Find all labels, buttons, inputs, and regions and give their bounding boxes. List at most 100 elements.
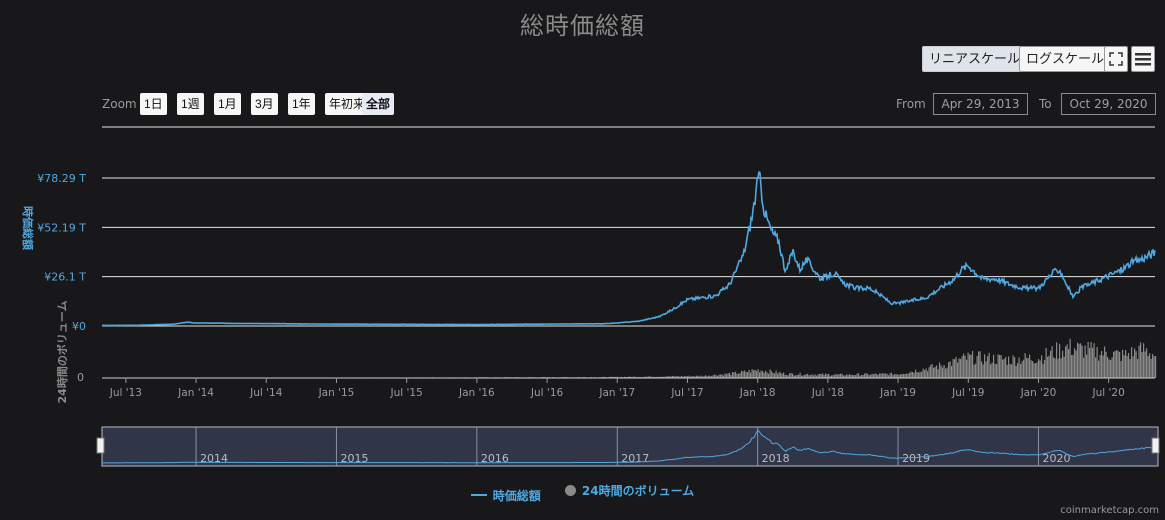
- volume-bar: [1135, 351, 1137, 378]
- volume-bar: [1068, 349, 1070, 378]
- y-tick-label: ¥52.19 T: [37, 221, 86, 234]
- volume-bar: [1123, 355, 1125, 378]
- x-tick-label: Jan '18: [739, 387, 776, 399]
- volume-bar: [790, 372, 792, 378]
- credits-link[interactable]: coinmarketcap.com: [1060, 505, 1159, 516]
- volume-bar: [981, 361, 983, 378]
- volume-bar: [1053, 357, 1055, 378]
- volume-bar: [798, 374, 800, 378]
- volume-bar: [1027, 358, 1029, 378]
- volume-bar: [963, 353, 965, 378]
- volume-bar: [912, 371, 914, 378]
- volume-bar: [1113, 351, 1115, 378]
- volume-bar: [759, 372, 761, 378]
- x-tick-label: Jan '17: [598, 387, 635, 399]
- volume-bar: [988, 352, 990, 378]
- volume-bar: [1075, 350, 1077, 378]
- volume-bar: [960, 359, 962, 378]
- volume-bar: [838, 374, 840, 378]
- volume-bar: [1080, 343, 1082, 378]
- volume-bar: [1146, 348, 1148, 378]
- volume-bar: [987, 356, 989, 378]
- volume-bar: [943, 364, 945, 378]
- volume-bar: [993, 354, 995, 378]
- volume-bar: [1009, 364, 1011, 378]
- chart-legend: 時価総額 24時間のボリューム: [0, 482, 1165, 504]
- volume-bar: [777, 373, 779, 378]
- volume-bar: [1020, 364, 1022, 378]
- volume-bar: [1153, 356, 1155, 378]
- volume-bar: [894, 374, 896, 378]
- circle-icon: [564, 485, 576, 496]
- volume-bar: [999, 354, 1001, 378]
- volume-bar: [886, 373, 888, 378]
- volume-bar: [1137, 358, 1139, 378]
- volume-bar: [1090, 341, 1092, 378]
- volume-bar: [1000, 355, 1002, 378]
- navigator-handle-left[interactable]: [96, 437, 105, 454]
- volume-bar: [750, 372, 752, 378]
- volume-bar: [768, 373, 770, 378]
- volume-bar: [982, 364, 984, 378]
- volume-bar: [867, 373, 869, 378]
- volume-bar: [900, 373, 902, 378]
- volume-bar: [927, 371, 929, 378]
- volume-bar: [897, 374, 899, 378]
- volume-bar: [765, 370, 767, 378]
- volume-bar: [907, 373, 909, 378]
- volume-bar: [997, 354, 999, 378]
- navigator-handle-right[interactable]: [1151, 437, 1160, 454]
- volume-bar: [951, 365, 953, 378]
- volume-bar: [741, 370, 743, 378]
- volume-bar: [1096, 347, 1098, 378]
- volume-bar: [1149, 353, 1151, 378]
- volume-bar: [909, 372, 911, 378]
- volume-bar: [979, 351, 981, 378]
- volume-tick-label: 0: [77, 371, 84, 384]
- volume-bar: [906, 373, 908, 378]
- volume-bar: [1033, 363, 1035, 378]
- volume-bar: [756, 370, 758, 378]
- volume-bar: [994, 363, 996, 378]
- volume-bar: [1087, 342, 1089, 378]
- volume-bar: [969, 354, 971, 378]
- volume-bar: [822, 373, 824, 378]
- volume-bar: [738, 373, 740, 378]
- volume-bar: [922, 368, 924, 378]
- volume-bar: [931, 364, 933, 378]
- volume-bar: [939, 362, 941, 378]
- volume-bar: [928, 367, 930, 378]
- volume-bar: [1132, 356, 1134, 378]
- legend-item-market-cap[interactable]: 時価総額: [470, 487, 541, 504]
- x-tick-label: Jan '19: [879, 387, 916, 399]
- volume-bar: [883, 373, 885, 378]
- volume-bar: [876, 374, 878, 378]
- legend-label-volume: 24時間のボリューム: [581, 484, 695, 498]
- volume-bar: [817, 374, 819, 378]
- volume-bar: [910, 371, 912, 378]
- volume-bar: [895, 374, 897, 378]
- volume-bar: [733, 372, 735, 378]
- volume-bar: [1024, 353, 1026, 378]
- navigator-label: 2017: [621, 452, 649, 465]
- volume-bar: [1021, 361, 1023, 378]
- volume-bar: [936, 365, 938, 378]
- volume-bar: [729, 372, 731, 378]
- volume-bar: [742, 371, 744, 378]
- volume-bar: [1155, 356, 1157, 378]
- volume-bar: [1084, 345, 1086, 378]
- x-tick-label: Jul '13: [109, 387, 142, 399]
- volume-bar: [1150, 358, 1152, 378]
- legend-item-volume[interactable]: 24時間のボリューム: [564, 482, 695, 499]
- volume-bar: [996, 364, 998, 378]
- volume-bar: [714, 374, 716, 378]
- volume-bar: [732, 371, 734, 378]
- volume-bar: [1035, 363, 1037, 378]
- volume-bar: [754, 369, 756, 378]
- volume-bar: [1143, 343, 1145, 378]
- volume-bar: [835, 374, 837, 378]
- volume-bar: [1065, 346, 1067, 378]
- volume-bar: [1038, 359, 1040, 378]
- volume-bar: [1122, 349, 1124, 378]
- volume-bar: [771, 371, 773, 378]
